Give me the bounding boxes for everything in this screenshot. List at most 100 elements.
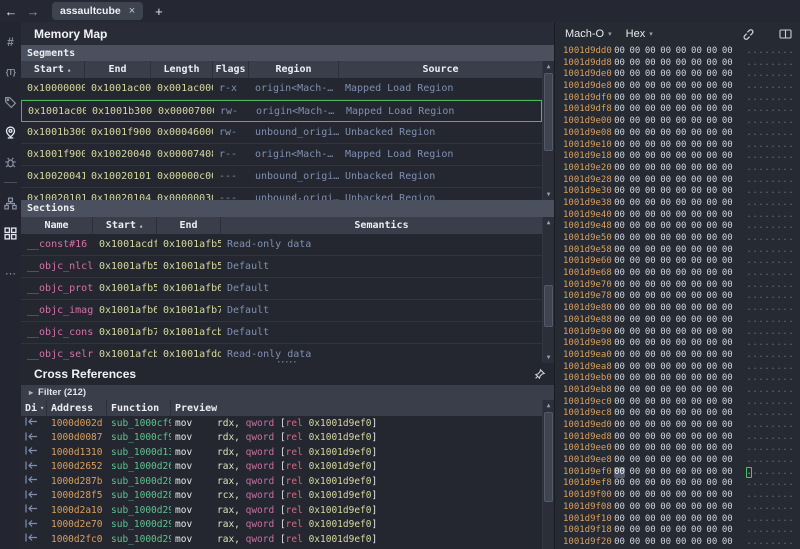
memory-map-icon[interactable] (2, 221, 19, 245)
segment-row[interactable]: 0x1001f90000x1002004080x00007408r--origi… (21, 144, 542, 166)
more-ellipsis-icon[interactable]: ⋯ (2, 261, 19, 285)
sections-col-name[interactable]: Name (21, 217, 93, 234)
scrollbar-thumb[interactable] (544, 285, 553, 327)
format-dropdown[interactable]: Mach-O ▾ (565, 28, 612, 40)
hex-row[interactable]: 1001d9e300000000000000000........ (555, 186, 800, 198)
section-row[interactable]: __objc_proto…0x1001afb580x1001afb68Defau… (21, 278, 542, 300)
split-view-icon[interactable] (779, 28, 792, 40)
hex-row[interactable]: 1001d9ef80000000000000000........ (555, 478, 800, 490)
sections-col-end[interactable]: End (157, 217, 221, 234)
tab-close-icon[interactable]: × (129, 5, 135, 17)
sections-col-start[interactable]: Start ▴ (93, 217, 157, 234)
hex-row[interactable]: 1001d9de80000000000000000........ (555, 81, 800, 93)
xref-row[interactable]: 1000d0087sub_1000cf900movrdx, qword [rel… (21, 431, 542, 446)
scroll-down-icon[interactable]: ▼ (543, 352, 554, 363)
hex-row[interactable]: 1001d9e080000000000000000........ (555, 128, 800, 140)
types-icon[interactable]: {T} (2, 60, 19, 84)
hex-row[interactable]: 1001d9ed00000000000000000........ (555, 420, 800, 432)
hex-row[interactable]: 1001d9dd00000000000000000........ (555, 46, 800, 58)
hex-row[interactable]: 1001d9e000000000000000000........ (555, 116, 800, 128)
link-icon[interactable] (742, 28, 755, 41)
section-row[interactable]: __objc_image…0x1001afb680x1001afb70Defau… (21, 300, 542, 322)
back-arrow-icon[interactable]: ← (0, 4, 22, 19)
hex-row[interactable]: 1001d9ea00000000000000000........ (555, 350, 800, 362)
segments-col-flags[interactable]: Flags (213, 61, 249, 78)
xref-row[interactable]: 1000d2652sub_1000d2640movrax, qword [rel… (21, 460, 542, 475)
xref-row[interactable]: 1000d2a10sub_1000d2990movrax, qword [rel… (21, 503, 542, 518)
view-type-dropdown[interactable]: Hex ▾ (626, 28, 653, 40)
segments-col-source[interactable]: Source (339, 61, 542, 78)
scroll-up-icon[interactable]: ▲ (543, 217, 554, 228)
hex-row[interactable]: 1001d9eb80000000000000000........ (555, 385, 800, 397)
hex-row[interactable]: 1001d9ec00000000000000000........ (555, 397, 800, 409)
hex-row[interactable]: 1001d9e480000000000000000........ (555, 221, 800, 233)
hex-row[interactable]: 1001d9e580000000000000000........ (555, 245, 800, 257)
hex-row[interactable]: 1001d9e780000000000000000........ (555, 291, 800, 303)
hex-row[interactable]: 1001d9ee80000000000000000........ (555, 455, 800, 467)
xref-row[interactable]: 1000d2fc0sub_1000d2990movrax, qword [rel… (21, 532, 542, 547)
hierarchy-icon[interactable] (2, 191, 19, 215)
hex-row[interactable]: 1001d9f180000000000000000........ (555, 525, 800, 537)
hex-row[interactable]: 1001d9e500000000000000000........ (555, 233, 800, 245)
pin-icon[interactable] (533, 368, 546, 381)
hex-row[interactable]: 1001d9e100000000000000000........ (555, 140, 800, 152)
hex-row[interactable]: 1001d9eb00000000000000000........ (555, 373, 800, 385)
hex-row[interactable]: 1001d9ec80000000000000000........ (555, 408, 800, 420)
xref-scrollbar[interactable]: ▲ (542, 400, 554, 549)
xref-row[interactable]: 1000d28f5sub_1000d2860movrcx, qword [rel… (21, 489, 542, 504)
hex-row[interactable]: 1001d9e280000000000000000........ (555, 175, 800, 187)
sections-col-semantics[interactable]: Semantics (221, 217, 542, 234)
xref-col-direction[interactable]: Di ▾ (21, 400, 47, 416)
scroll-up-icon[interactable]: ▲ (543, 400, 554, 411)
hex-row[interactable]: 1001d9e880000000000000000........ (555, 315, 800, 327)
hex-row[interactable]: 1001d9ed80000000000000000........ (555, 432, 800, 444)
xref-row[interactable]: 1000d1310sub_1000d1300movrdx, qword [rel… (21, 445, 542, 460)
segments-col-start[interactable]: Start ▴ (21, 61, 85, 78)
hex-row[interactable]: 1001d9f000000000000000000........ (555, 490, 800, 502)
xref-filter-bar[interactable]: ▸ Filter (212) (21, 385, 554, 400)
segment-row[interactable]: 0x1000000000x1001ac0000x001ac000r-xorigi… (21, 78, 542, 100)
hex-row[interactable]: 1001d9e380000000000000000........ (555, 198, 800, 210)
segments-scrollbar[interactable]: ▲ ▼ (542, 61, 554, 200)
hex-row[interactable]: 1001d9f080000000000000000........ (555, 502, 800, 514)
hex-row[interactable]: 1001d9e700000000000000000........ (555, 280, 800, 292)
hex-row[interactable]: 1001d9f200000000000000000........ (555, 537, 800, 549)
tag-icon[interactable] (2, 90, 19, 114)
hex-row[interactable]: 1001d9dd80000000000000000........ (555, 58, 800, 70)
segments-col-end[interactable]: End (85, 61, 151, 78)
segments-col-length[interactable]: Length (151, 61, 213, 78)
hex-row[interactable]: 1001d9ef00000000000000000........ (555, 467, 800, 479)
xref-row[interactable]: 1000d287bsub_1000d2860movrax, qword [rel… (21, 474, 542, 489)
hex-row[interactable]: 1001d9e400000000000000000........ (555, 210, 800, 222)
segment-row[interactable]: 0x1001ac0000x1001b30000x00007000rw-origi… (21, 100, 542, 122)
xref-row[interactable]: 1000d2e70sub_1000d2990movrax, qword [rel… (21, 518, 542, 533)
splitter-handle-icon[interactable]: ····· (278, 359, 298, 365)
scroll-up-icon[interactable]: ▲ (543, 61, 554, 72)
hex-row[interactable]: 1001d9df00000000000000000........ (555, 93, 800, 105)
hex-row[interactable]: 1001d9de00000000000000000........ (555, 69, 800, 81)
bug-icon[interactable] (2, 150, 19, 174)
expander-triangle-icon[interactable]: ▸ (29, 388, 33, 397)
hash-icon[interactable]: # (2, 30, 19, 54)
section-row[interactable]: __objc_nlcls…0x1001afb500x1001afb58Defau… (21, 256, 542, 278)
hex-row[interactable]: 1001d9e980000000000000000........ (555, 338, 800, 350)
xref-row[interactable]: 1000d002dsub_1000cf900movrdx, qword [rel… (21, 416, 542, 431)
hex-row[interactable]: 1001d9e200000000000000000........ (555, 163, 800, 175)
hex-row[interactable]: 1001d9e800000000000000000........ (555, 303, 800, 315)
hex-row[interactable]: 1001d9f100000000000000000........ (555, 514, 800, 526)
tab-assaultcube[interactable]: assaultcube × (52, 2, 143, 20)
section-row[interactable]: __objc_const0x1001afb700x1001afcb0Defaul… (21, 322, 542, 344)
hex-row[interactable]: 1001d9e680000000000000000........ (555, 268, 800, 280)
splitter-handle-icon[interactable]: ····· (271, 197, 303, 203)
xref-col-address[interactable]: Address (47, 400, 107, 416)
forward-arrow-icon[interactable]: → (22, 4, 44, 19)
hex-row[interactable]: 1001d9ee00000000000000000........ (555, 443, 800, 455)
scrollbar-thumb[interactable] (544, 73, 553, 151)
hex-row[interactable]: 1001d9df80000000000000000........ (555, 104, 800, 116)
section-row[interactable]: __const#160x1001acdf00x1001afb50Read-onl… (21, 234, 542, 256)
segment-row[interactable]: 0x1001b30000x1001f90000x00046000rw-unbou… (21, 122, 542, 144)
xref-col-preview[interactable]: Preview (171, 400, 542, 416)
segments-col-region[interactable]: Region (249, 61, 339, 78)
scrollbar-thumb[interactable] (544, 412, 553, 502)
xref-col-function[interactable]: Function (107, 400, 171, 416)
